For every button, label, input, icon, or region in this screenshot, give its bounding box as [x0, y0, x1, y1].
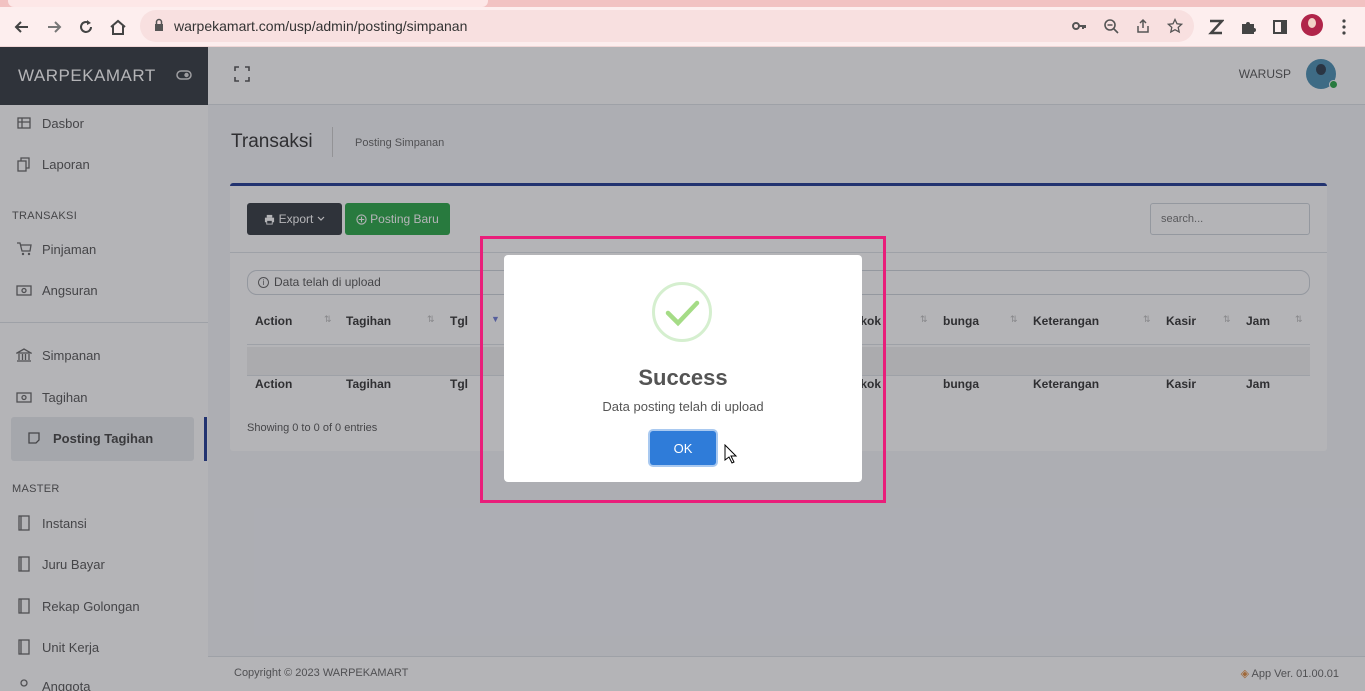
key-icon[interactable]: [1070, 17, 1088, 35]
mouse-cursor-icon: [724, 444, 738, 464]
address-bar[interactable]: warpekamart.com/usp/admin/posting/simpan…: [140, 10, 1194, 42]
reload-icon[interactable]: [74, 15, 98, 39]
home-icon[interactable]: [106, 15, 130, 39]
sidebar-icon[interactable]: [1268, 15, 1292, 39]
forward-icon[interactable]: [42, 15, 66, 39]
star-icon[interactable]: [1166, 17, 1184, 35]
url-text: warpekamart.com/usp/admin/posting/simpan…: [174, 18, 468, 34]
share-icon[interactable]: [1134, 17, 1152, 35]
back-icon[interactable]: [10, 15, 34, 39]
puzzle-icon[interactable]: [1236, 15, 1260, 39]
browser-toolbar: warpekamart.com/usp/admin/posting/simpan…: [0, 7, 1365, 47]
lock-icon: [155, 18, 163, 31]
highlight-box: [480, 236, 886, 503]
z-extension-icon[interactable]: [1204, 15, 1228, 39]
menu-icon[interactable]: [1332, 15, 1356, 39]
tab-strip: [0, 0, 1365, 7]
zoom-icon[interactable]: [1102, 17, 1120, 35]
active-tab[interactable]: [8, 0, 488, 7]
profile-avatar[interactable]: [1301, 14, 1323, 36]
